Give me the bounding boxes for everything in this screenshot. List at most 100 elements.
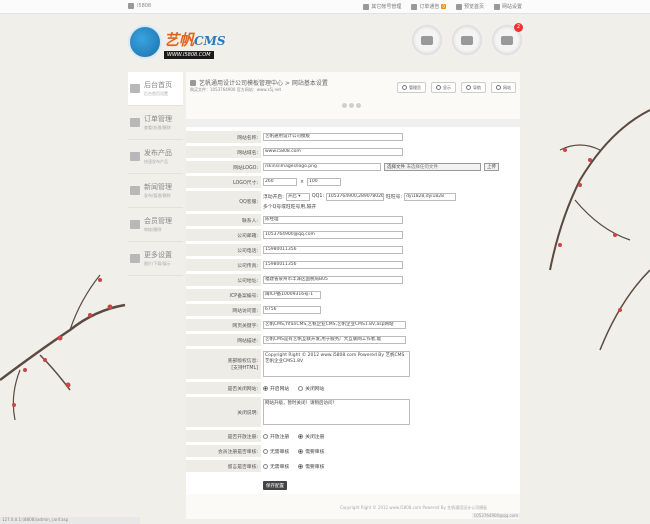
logo-brand: 艺帆	[164, 31, 195, 49]
top-bar: i5808 其它帐号管理 订单通告 0 预览首页 网站设置	[0, 0, 650, 14]
row-email: 公司邮箱: 1053764900@qq.com	[186, 229, 520, 241]
header: 艺帆CMS WWW.I5808.COM 2	[0, 15, 650, 67]
sidebar-item-products[interactable]: 发布产品 快速发布产品	[128, 140, 183, 174]
keywords-input[interactable]: 艺帆CMS,YifanCMS,艺帆企业CMS,艺帆企业CMS1.8V,asp网站	[263, 321, 406, 329]
user-group-icon	[421, 35, 433, 45]
admin-button[interactable]: 管理员	[397, 82, 426, 93]
qq-number-input[interactable]: 1053764900,289078026	[326, 192, 385, 201]
form-header	[186, 119, 520, 127]
review-yes-radio[interactable]: 需要审核	[298, 448, 324, 455]
subcrumb: 购买文件：1053764900 官方网站：www.s5j.net	[190, 87, 282, 92]
sidebar-item-orders[interactable]: 订单管理 查看/处理/删除	[128, 106, 183, 140]
truck-icon	[461, 35, 473, 45]
phone-input[interactable]: 15980011356	[263, 246, 403, 254]
cloud-icon	[455, 3, 462, 10]
qq-hint: 多个Q号或旺旺号用,隔开	[263, 204, 317, 210]
row-message-review: 留言是否审核: 无需审核 需要审核	[186, 460, 520, 472]
open-site-radio[interactable]: 开启网站	[263, 385, 289, 392]
main-panel: 艺帆通用设计公司模板管理中心 > 网站基本设置 购买文件：1053764900 …	[186, 72, 520, 519]
sidebar-item-news[interactable]: 新闻管理 发布/管理/删除	[128, 174, 183, 208]
row-description: 网站描述: 艺帆CMS是有艺帆互联开发,用于服务广大互联网工作者,能	[186, 334, 520, 346]
top-link-orders[interactable]: 订单通告 0	[411, 3, 446, 10]
description-input[interactable]: 艺帆CMS是有艺帆互联开发,用于服务广大互联网工作者,能	[263, 336, 406, 344]
pager-dots	[342, 103, 361, 108]
icp-input[interactable]: 闽ICP备10009316号-1	[263, 291, 321, 299]
home-link[interactable]: i5808	[128, 3, 151, 9]
row-logo: 网站LOGO: /skins/images/logo.png 选择文件 未选择任…	[186, 161, 520, 173]
row-copyright: 底部版权信息: [支持HTML] Copyright Right © 2012 w…	[186, 349, 520, 379]
contact-input[interactable]: 陈经理	[263, 216, 403, 224]
logo-url: WWW.I5808.COM	[164, 51, 214, 59]
save-button[interactable]: 保存配置	[263, 481, 287, 490]
chat-icon	[501, 35, 513, 45]
document-icon	[363, 3, 370, 10]
msg-review-yes-radio[interactable]: 需要审核	[298, 463, 324, 470]
sidebar-item-members[interactable]: 会员管理 审核/删除	[128, 208, 183, 242]
review-no-radio[interactable]: 无需审核	[263, 448, 289, 455]
row-member-review: 会员注册是否审核: 无需审核 需要审核	[186, 445, 520, 457]
tool-buttons: 管理员 显示 导航 网站	[397, 82, 516, 93]
top-link-preview[interactable]: 预览首页	[455, 3, 484, 10]
row-logo-size: LOGO尺寸: 260 × 100	[186, 176, 520, 188]
fax-input[interactable]: 15980011356	[263, 261, 403, 269]
plum-branch-right-decoration	[549, 109, 650, 351]
shipping-button[interactable]	[452, 25, 482, 55]
breadcrumb: 艺帆通用设计公司模板管理中心 > 网站基本设置	[190, 78, 328, 87]
top-link-accounts[interactable]: 其它帐号管理	[363, 3, 401, 10]
messages-button[interactable]: 2	[492, 23, 523, 55]
address-input[interactable]: 福建省泉州市丰泽区国税局B05	[263, 276, 403, 284]
site-icon	[496, 85, 501, 90]
news-icon	[130, 186, 140, 195]
email-input[interactable]: 1053764900@qq.com	[263, 231, 403, 239]
top-links: 其它帐号管理 订单通告 0 预览首页 网站设置	[363, 3, 522, 10]
display-icon	[436, 85, 441, 90]
register-close-radio[interactable]: 关闭注册	[298, 433, 324, 440]
row-fax: 公司传真: 15980011356	[186, 259, 520, 271]
mail-icon	[411, 3, 418, 10]
msg-review-no-radio[interactable]: 无需审核	[263, 463, 289, 470]
close-site-radio[interactable]: 关闭网站	[298, 385, 324, 392]
order-count-badge: 0	[441, 4, 446, 9]
row-visits: 网站访问量: 6756	[186, 304, 520, 316]
row-close-message: 关闭说明: 网站升级，暂时关闭！请稍后访问！	[186, 397, 520, 427]
nav-icon	[466, 85, 471, 90]
qq-float-select[interactable]: 开启 ▾	[285, 192, 310, 201]
wangwang-input[interactable]: dyi1828,dyi1828	[404, 192, 457, 201]
logo-brand-latin: CMS	[194, 34, 226, 48]
sidebar-item-home[interactable]: 后台首页 后台首页设置	[128, 72, 183, 106]
logo-width-input[interactable]: 260	[263, 178, 297, 186]
register-open-radio[interactable]: 开放注册	[263, 433, 289, 440]
sidebar: 后台首页 后台首页设置 订单管理 查看/处理/删除 发布产品 快速发布产品 新闻管理发…	[128, 72, 183, 276]
file-chooser[interactable]: 选择文件 未选择任何文件	[384, 163, 481, 171]
settings-form: 网站名称: 艺帆通用设计公司模板 网站域名: www.i5808.com 网站L…	[186, 119, 520, 494]
logo[interactable]: 艺帆CMS WWW.I5808.COM	[128, 23, 232, 63]
site-name-input[interactable]: 艺帆通用设计公司模板	[263, 133, 403, 141]
plum-branch-left-decoration	[0, 274, 126, 421]
edit-icon	[130, 152, 140, 161]
row-phone: 公司电话: 15980011356	[186, 244, 520, 256]
logo-height-input[interactable]: 100	[307, 178, 342, 186]
sidebar-item-more[interactable]: 更多设置 图片/下载/展示	[128, 242, 183, 276]
envelope-icon	[130, 118, 140, 127]
row-keywords: 网页关键字: 艺帆CMS,YifanCMS,艺帆企业CMS,艺帆企业CMS1.8…	[186, 319, 520, 331]
gear-icon	[130, 254, 140, 263]
visits-input[interactable]: 6756	[263, 306, 321, 314]
home-label: i5808	[137, 3, 152, 9]
close-message-textarea[interactable]: 网站升级，暂时关闭！请稍后访问！	[263, 399, 410, 425]
logo-path-input[interactable]: /skins/images/logo.png	[263, 163, 381, 171]
nav-button[interactable]: 导航	[461, 82, 486, 93]
people-icon	[130, 220, 140, 229]
gear-icon	[493, 3, 500, 10]
display-button[interactable]: 显示	[431, 82, 456, 93]
row-domain: 网站域名: www.i5808.com	[186, 146, 520, 158]
site-button[interactable]: 网站	[491, 82, 516, 93]
upload-button[interactable]: 上传	[484, 163, 499, 171]
row-site-name: 网站名称: 艺帆通用设计公司模板	[186, 131, 520, 143]
domain-input[interactable]: www.i5808.com	[263, 148, 403, 156]
top-link-settings[interactable]: 网站设置	[493, 3, 522, 10]
row-contact: 联系人: 陈经理	[186, 214, 520, 226]
logo-emblem-icon	[128, 25, 162, 59]
copyright-textarea[interactable]: Copyright Right © 2012 www.i5808.com Pow…	[263, 351, 410, 377]
users-button[interactable]	[412, 25, 442, 55]
pin-icon	[190, 79, 196, 86]
